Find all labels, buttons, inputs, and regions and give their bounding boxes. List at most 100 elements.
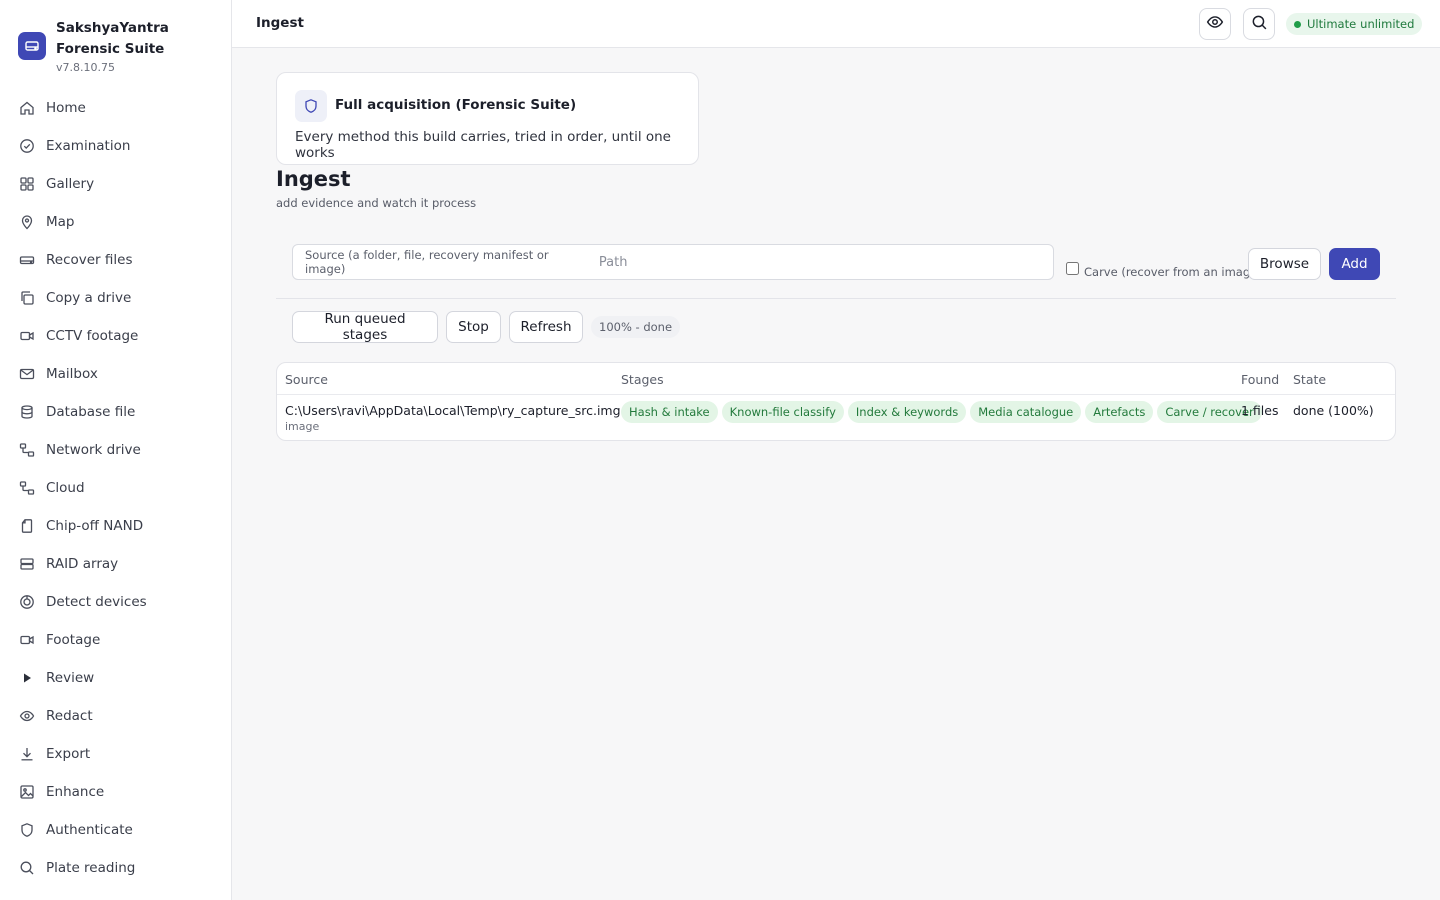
eye-icon [1206,13,1224,35]
header-divider [277,394,1395,395]
column-header-stages: Stages [621,372,664,387]
sidebar: SakshyaYantra Forensic Suite v7.8.10.75 … [0,0,232,900]
sidebar-item-mailbox[interactable]: Mailbox [0,355,231,393]
sidebar-item-label: Gallery [46,176,95,192]
sidebar-item-examination[interactable]: Examination [0,127,231,165]
sidebar-nav: Home Examination Gallery Map Recover fil… [0,89,231,887]
row-source-path: C:\Users\ravi\AppData\Local\Temp\ry_capt… [285,403,621,418]
copy-icon [18,289,36,307]
sidebar-item-label: Enhance [46,784,105,800]
sidebar-item-review[interactable]: Review [0,659,231,697]
stage-chip: Known-file classify [721,401,844,423]
download-icon [18,745,36,763]
sidebar-item-chip-off-nand[interactable]: Chip-off NAND [0,507,231,545]
sidebar-item-cloud[interactable]: Cloud [0,469,231,507]
stage-chip: Artefacts [1085,401,1154,423]
shield-icon [18,821,36,839]
source-input-wrapper: Source (a folder, file, recovery manifes… [292,244,1054,280]
sidebar-item-label: Detect devices [46,594,147,610]
sidebar-item-recover-files[interactable]: Recover files [0,241,231,279]
check-circle-icon [18,137,36,155]
sidebar-item-label: Redact [46,708,93,724]
carve-checkbox[interactable] [1066,262,1079,275]
stage-chip: Media catalogue [970,401,1082,423]
ingest-table: Source Stages Found State C:\Users\ravi\… [276,362,1396,441]
sidebar-item-network-drive[interactable]: Network drive [0,431,231,469]
status-dot-icon [1294,20,1301,28]
acquisition-method-card[interactable]: Full acquisition (Forensic Suite) Every … [276,72,699,165]
column-header-state: State [1293,372,1327,387]
plan-detail: unlimited [1360,17,1415,31]
method-description: Every method this build carries, tried i… [295,129,671,161]
search-icon [1251,14,1268,35]
sidebar-item-export[interactable]: Export [0,735,231,773]
play-icon [18,669,36,687]
app-version: v7.8.10.75 [56,61,115,74]
sidebar-item-footage[interactable]: Footage [0,621,231,659]
sidebar-item-label: Authenticate [46,822,133,838]
sidebar-item-detect-devices[interactable]: Detect devices [0,583,231,621]
sidebar-item-cctv-footage[interactable]: CCTV footage [0,317,231,355]
video-icon [18,327,36,345]
page-title: Ingest [276,167,351,191]
sidebar-item-label: RAID array [46,556,119,572]
eye-icon [18,707,36,725]
server-icon [18,555,36,573]
run-queued-stages-button[interactable]: Run queued stages [292,311,438,343]
brand: SakshyaYantra Forensic Suite v7.8.10.75 [18,18,228,78]
sidebar-item-label: Copy a drive [46,290,132,306]
plan-badge: Ultimate unlimited [1286,13,1423,35]
page-subtitle: add evidence and watch it process [276,196,477,210]
column-header-found: Found [1241,372,1280,387]
stage-chip: Hash & intake [621,401,718,423]
detect-icon [18,593,36,611]
search-icon [18,859,36,877]
sidebar-item-label: CCTV footage [46,328,139,344]
method-title: Full acquisition (Forensic Suite) [335,97,577,113]
sidebar-item-plate-reading[interactable]: Plate reading [0,849,231,887]
row-found: 1 files [1241,403,1279,418]
source-path-input[interactable] [598,254,1053,270]
hard-drive-icon [18,251,36,269]
sidebar-item-label: Cloud [46,480,85,496]
sidebar-item-label: Map [46,214,75,230]
sidebar-item-gallery[interactable]: Gallery [0,165,231,203]
browse-button[interactable]: Browse [1248,248,1321,280]
carve-option[interactable]: Carve (recover from an image) [1066,262,1262,279]
preview-button[interactable] [1199,8,1231,40]
row-state: done (100%) [1293,403,1374,418]
image-icon [18,783,36,801]
shield-icon [295,90,327,122]
row-source-kind: image [285,420,320,433]
sidebar-item-home[interactable]: Home [0,89,231,127]
sidebar-item-label: Export [46,746,91,762]
divider [276,298,1396,299]
sidebar-item-enhance[interactable]: Enhance [0,773,231,811]
sidebar-item-map[interactable]: Map [0,203,231,241]
sidebar-item-label: Review [46,670,95,686]
sidebar-item-copy-a-drive[interactable]: Copy a drive [0,279,231,317]
sidebar-item-authenticate[interactable]: Authenticate [0,811,231,849]
sidebar-item-label: Mailbox [46,366,98,382]
stage-chip: Index & keywords [847,401,967,423]
app-name: SakshyaYantra Forensic Suite [56,20,169,57]
sidebar-item-label: Examination [46,138,131,154]
row-stages: Hash & intake Known-file classify Index … [621,401,1266,423]
sidebar-item-redact[interactable]: Redact [0,697,231,735]
sidebar-item-raid-array[interactable]: RAID array [0,545,231,583]
carve-label: Carve (recover from an image) [1084,265,1262,279]
sidebar-item-database-file[interactable]: Database file [0,393,231,431]
topbar-title: Ingest [256,15,304,31]
stop-button[interactable]: Stop [446,311,501,343]
sidebar-item-label: Home [46,100,86,116]
add-button[interactable]: Add [1329,248,1380,280]
mail-icon [18,365,36,383]
search-button[interactable] [1243,8,1275,40]
sidebar-item-label: Network drive [46,442,141,458]
topbar: Ingest Ultimate unlimited [232,0,1440,48]
sidebar-item-label: Database file [46,404,136,420]
home-icon [18,99,36,117]
chip-file-icon [18,517,36,535]
source-label: Source (a folder, file, recovery manifes… [305,248,549,276]
refresh-button[interactable]: Refresh [509,311,583,343]
